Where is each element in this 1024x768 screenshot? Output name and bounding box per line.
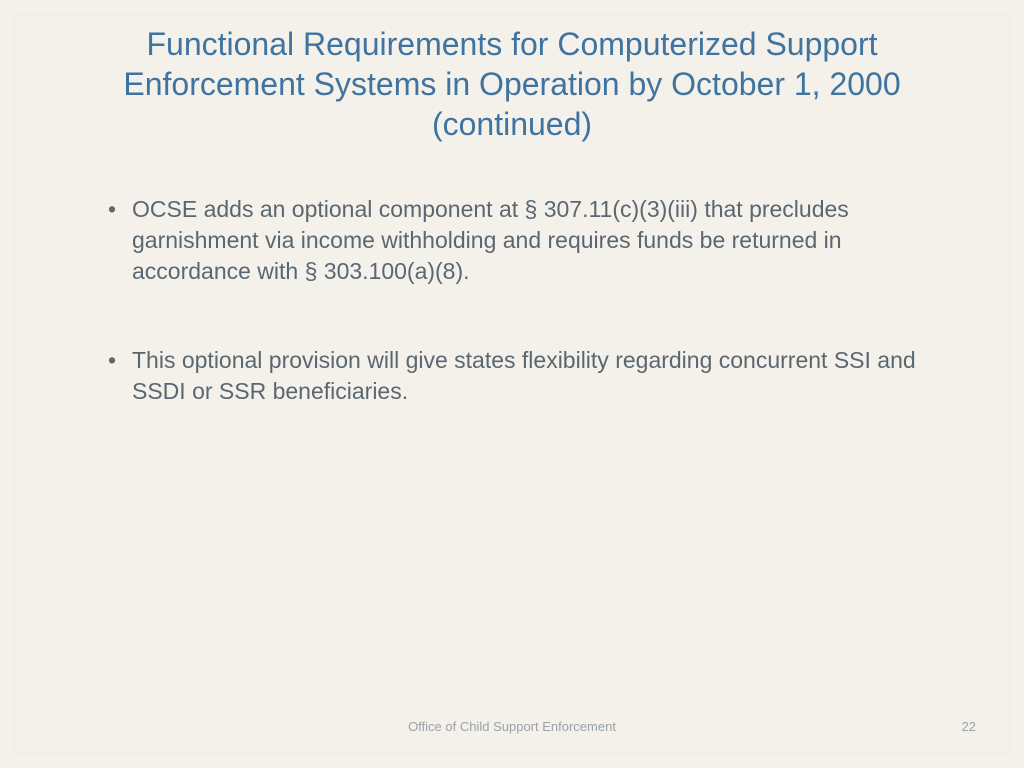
list-item: OCSE adds an optional component at § 307…	[104, 194, 920, 287]
slide-title: Functional Requirements for Computerized…	[14, 14, 1010, 144]
slide-content: OCSE adds an optional component at § 307…	[14, 144, 1010, 407]
list-item: This optional provision will give states…	[104, 345, 920, 407]
page-number: 22	[962, 719, 976, 734]
bullet-list: OCSE adds an optional component at § 307…	[104, 194, 920, 407]
footer-text: Office of Child Support Enforcement	[14, 719, 1010, 734]
slide: Functional Requirements for Computerized…	[14, 14, 1010, 754]
